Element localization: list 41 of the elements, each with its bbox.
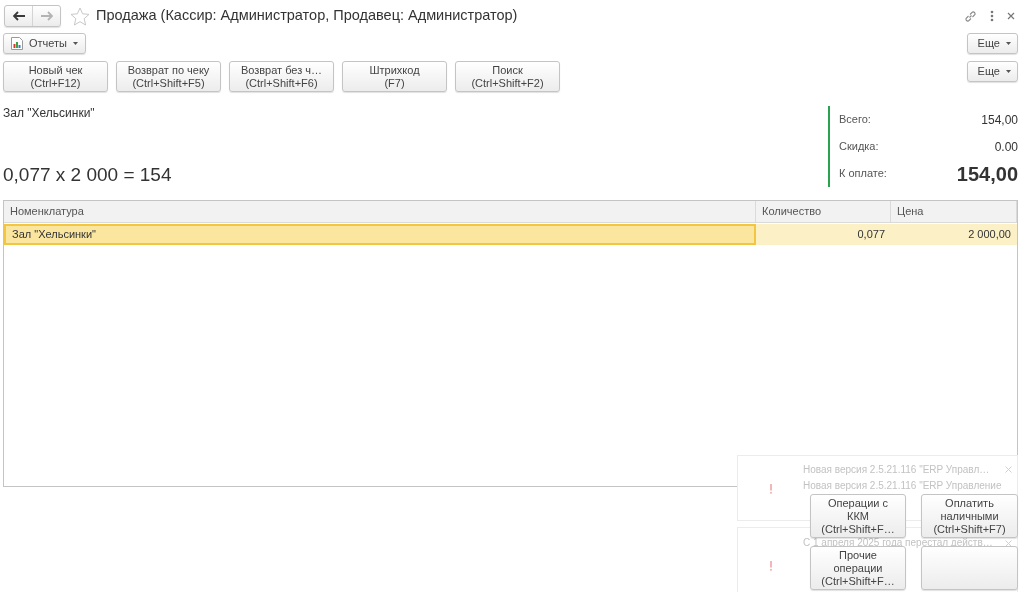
calculation-text: 0,077 x 2 000 = 154 <box>3 163 172 187</box>
caret-icon <box>1006 41 1011 45</box>
command-button[interactable]: Возврат по чеку (Ctrl+Shift+F5) <box>116 61 221 92</box>
more-button[interactable]: Еще <box>966 32 1018 54</box>
total-label: Всего: <box>839 112 871 128</box>
table-cell-text: 0,077 <box>856 227 886 243</box>
table-cell-text: 2 000,00 <box>967 227 1012 243</box>
total-label: Скидка: <box>839 139 879 155</box>
link-icon[interactable] <box>964 9 977 23</box>
command-button[interactable]: Штрихкод (F7) <box>342 61 447 92</box>
caret-icon <box>73 41 79 45</box>
action-button[interactable]: Прочие операции (Ctrl+Shift+F… <box>810 546 906 590</box>
star-icon[interactable] <box>70 6 90 26</box>
close-icon[interactable] <box>1007 12 1015 20</box>
total-label: К оплате: <box>839 166 887 182</box>
command-button[interactable]: Поиск (Ctrl+Shift+F2) <box>455 61 560 92</box>
notification-text: Новая версия 2.5.21.116 "ERP Управление <box>803 480 1002 491</box>
column-header[interactable]: Количество <box>756 201 891 222</box>
column-header[interactable]: Номенклатура <box>4 201 756 222</box>
product-caption: Зал "Хельсинки" <box>3 106 96 120</box>
total-value: 154,00 <box>981 111 1018 129</box>
table-row[interactable]: Зал "Хельсинки" 0,077 2 000,00 <box>4 224 1017 245</box>
table-cell: Зал "Хельсинки" <box>4 224 756 245</box>
caret-icon <box>1006 70 1011 73</box>
total-value: 154,00 <box>956 161 1018 187</box>
report-chart-icon <box>11 36 23 50</box>
reports-button[interactable]: Отчеты <box>3 32 87 54</box>
command-button[interactable]: Новый чек (Ctrl+F12) <box>3 61 108 92</box>
total-value: 0.00 <box>994 138 1018 156</box>
more-button[interactable]: Еще <box>966 61 1018 82</box>
command-button[interactable]: Возврат без ч… (Ctrl+Shift+F6) <box>229 61 334 92</box>
action-button[interactable]: Операции с ККМ (Ctrl+Shift+F… <box>810 494 906 538</box>
blank-button[interactable] <box>921 546 1018 590</box>
exclamation-icon <box>769 484 773 494</box>
window-title: Продажа (Кассир: Администратор, Продавец: Администратор) <box>96 6 518 26</box>
exclamation-icon <box>769 561 773 571</box>
column-header[interactable]: Цена <box>891 201 1017 222</box>
more-options-icon[interactable] <box>990 10 994 22</box>
right-arrow-icon <box>40 11 53 21</box>
action-button[interactable]: Оплатить наличными (Ctrl+Shift+F7) <box>921 494 1018 538</box>
left-arrow-icon <box>12 11 25 21</box>
